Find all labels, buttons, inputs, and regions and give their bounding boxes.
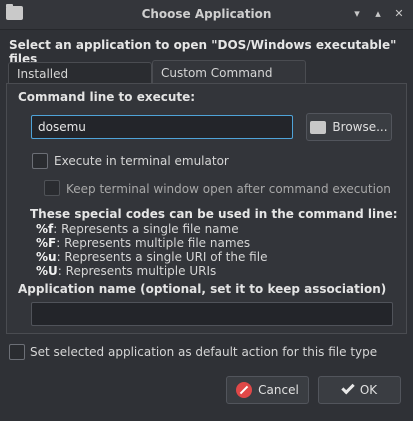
- code-row: %F: Represents multiple file names: [30, 236, 398, 250]
- code-key: %u: [36, 250, 57, 264]
- keep-open-checkbox[interactable]: [44, 180, 60, 196]
- folder-open-icon: [310, 120, 327, 134]
- tab-installed-applications[interactable]: Installed Applications: [8, 62, 152, 103]
- checkmark-icon: [341, 380, 355, 394]
- code-key: %U: [36, 264, 58, 278]
- ok-button[interactable]: OK: [318, 376, 401, 404]
- codes-heading: These special codes can be used in the c…: [30, 207, 398, 221]
- close-button[interactable]: ✕: [391, 6, 407, 22]
- browse-button[interactable]: Browse...: [306, 113, 392, 141]
- app-name-label: Application name (optional, set it to ke…: [18, 282, 387, 296]
- terminal-label: Execute in terminal emulator: [54, 154, 229, 168]
- app-name-input[interactable]: [31, 302, 393, 326]
- code-row: %u: Represents a single URI of the file: [30, 250, 398, 264]
- special-codes-help: These special codes can be used in the c…: [30, 207, 398, 278]
- code-desc: : Represents a single URI of the file: [56, 250, 268, 264]
- command-line-input[interactable]: dosemu: [31, 115, 293, 139]
- default-action-label: Set selected application as default acti…: [30, 345, 378, 359]
- cancel-button[interactable]: Cancel: [226, 376, 309, 404]
- code-key: %f: [36, 222, 54, 236]
- code-row: %U: Represents multiple URIs: [30, 264, 398, 278]
- title-bar: Choose Application ▾ ▴ ✕: [0, 0, 413, 30]
- code-key: %F: [36, 236, 57, 250]
- terminal-checkbox[interactable]: [32, 153, 48, 169]
- keep-open-label: Keep terminal window open after command …: [66, 182, 391, 196]
- command-line-label: Command line to execute:: [18, 90, 196, 104]
- shade-button[interactable]: ▾: [349, 6, 365, 22]
- browse-label: Browse...: [332, 120, 388, 134]
- maximize-button[interactable]: ▴: [370, 6, 386, 22]
- cancel-icon: [236, 382, 253, 398]
- code-row: %f: Represents a single file name: [30, 222, 398, 236]
- ok-label: OK: [359, 383, 378, 397]
- code-desc: : Represents multiple URIs: [57, 264, 217, 278]
- tab-custom-command-line[interactable]: Custom Command Line: [152, 60, 306, 104]
- code-desc: : Represents a single file name: [53, 222, 239, 236]
- cancel-label: Cancel: [258, 383, 299, 397]
- code-desc: : Represents multiple file names: [56, 236, 251, 250]
- default-action-checkbox[interactable]: [9, 344, 25, 360]
